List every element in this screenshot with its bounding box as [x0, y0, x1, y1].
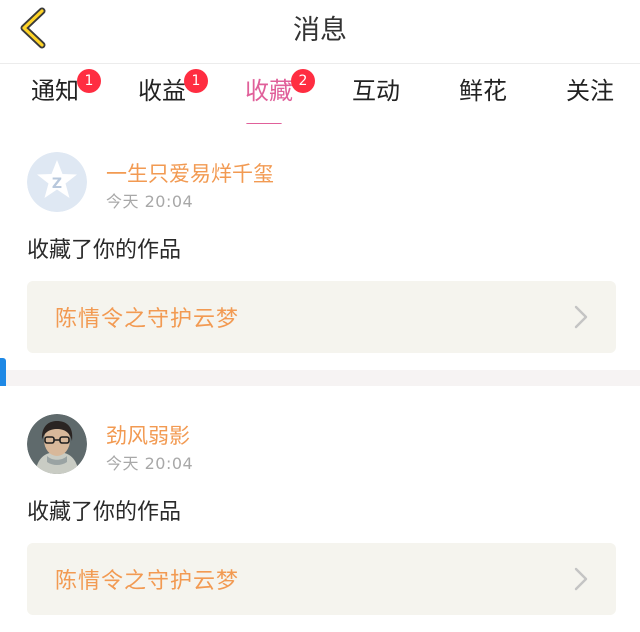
username[interactable]: 劲风弱影: [106, 420, 190, 450]
work-link[interactable]: 陈情令之守护云梦: [27, 543, 616, 615]
chevron-right-icon: [574, 567, 588, 591]
notification-card: Z 一生只爱易烊千玺 今天 20:04 收藏了你的作品 陈情令之守护云梦: [0, 124, 640, 370]
user-photo-avatar-icon: [27, 414, 87, 474]
notification-message: 收藏了你的作品: [27, 238, 182, 263]
default-star-avatar-icon: Z: [27, 152, 87, 212]
work-link[interactable]: 陈情令之守护云梦: [27, 281, 616, 353]
tab-interaction[interactable]: 互动: [326, 74, 426, 124]
tab-favorites[interactable]: 收藏 2: [219, 69, 319, 126]
tab-notify[interactable]: 通知 1: [5, 69, 105, 124]
tab-label: 互动: [352, 77, 400, 105]
notification-card: 劲风弱影 今天 20:04 收藏了你的作品 陈情令之守护云梦: [0, 386, 640, 632]
work-title: 陈情令之守护云梦: [55, 569, 240, 594]
tab-follow[interactable]: 关注: [540, 74, 640, 124]
work-title: 陈情令之守护云梦: [55, 307, 240, 332]
tab-label: 关注: [566, 77, 614, 105]
tab-bar: 通知 1 收益 1 收藏 2 互动 鲜花 关注: [0, 64, 640, 126]
unread-badge: 2: [291, 69, 315, 93]
section-divider: [0, 370, 640, 386]
tab-flowers[interactable]: 鲜花: [433, 74, 533, 124]
tab-label: 通知: [31, 77, 79, 105]
unread-badge: 1: [184, 69, 208, 93]
notification-message: 收藏了你的作品: [27, 500, 182, 525]
svg-text:Z: Z: [52, 176, 62, 192]
tab-label: 鲜花: [459, 77, 507, 105]
tab-label: 收益: [138, 77, 186, 105]
tab-income[interactable]: 收益 1: [112, 69, 212, 124]
top-bar: 消息: [0, 0, 640, 60]
tab-label: 收藏: [245, 77, 293, 105]
chevron-right-icon: [574, 305, 588, 329]
avatar[interactable]: [27, 414, 87, 474]
timestamp: 今天 20:04: [106, 454, 194, 473]
username[interactable]: 一生只爱易烊千玺: [106, 158, 274, 188]
avatar[interactable]: Z: [27, 152, 87, 212]
page-title: 消息: [293, 15, 347, 46]
unread-badge: 1: [77, 69, 101, 93]
timestamp: 今天 20:04: [106, 192, 194, 211]
